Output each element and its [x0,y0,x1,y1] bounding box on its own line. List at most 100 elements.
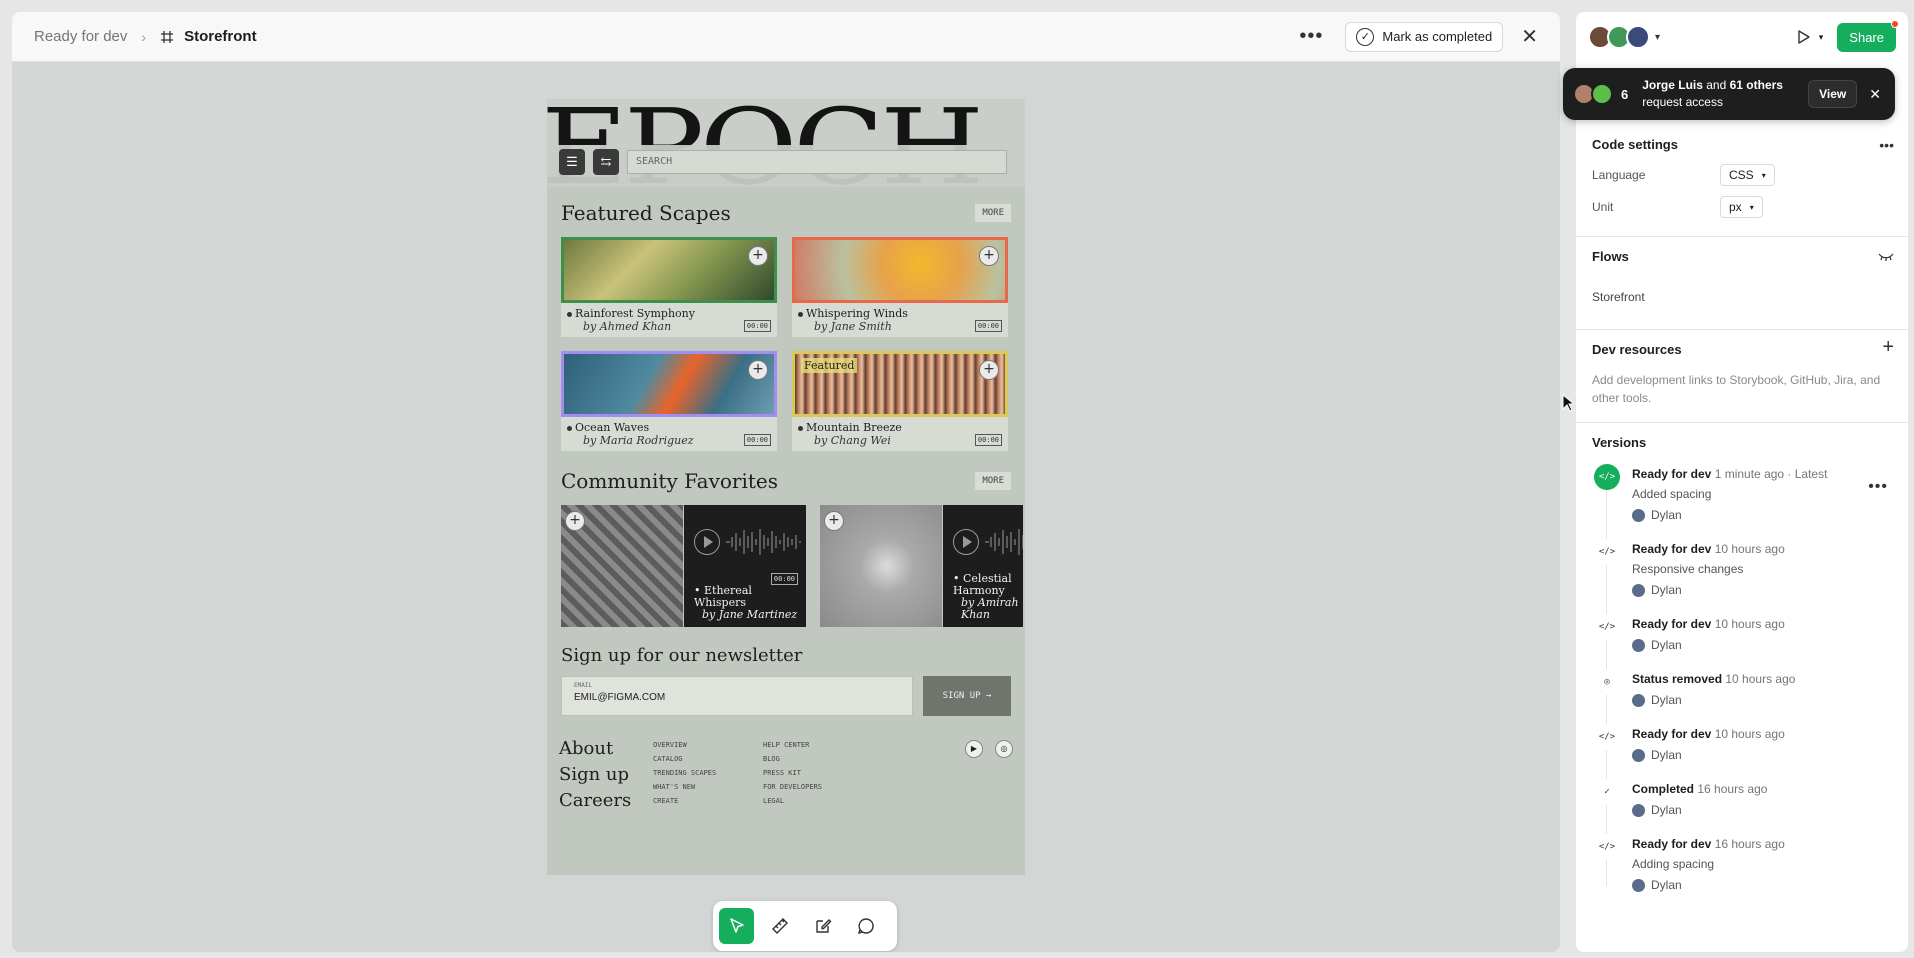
community-tile-ethereal[interactable]: 00:00 • Ethereal Whispers by Jane Martin… [684,505,806,627]
signup-button[interactable]: SIGN UP → [923,676,1011,716]
version-header: Ready for dev 1 minute ago · Latest [1632,464,1892,484]
footer-link[interactable]: PRESS KIT [763,766,822,780]
version-description: Added spacing [1632,487,1712,501]
request-count: 6 [1621,86,1629,102]
scape-card[interactable]: + Whispering Winds by Jane Smith 00:00 [792,237,1008,337]
footer-link[interactable]: OVERVIEW [653,738,716,752]
footer-links-col1: OVERVIEW CATALOG TRENDING SCAPES WHAT'S NEW… [653,738,716,808]
version-item[interactable]: </> Ready for dev 16 hours ago Adding spac… [1592,834,1892,896]
view-requests-button[interactable]: View [1808,80,1858,108]
toast-request-text: request access [1642,95,1723,109]
flows-section: Flows Storefront [1576,236,1908,329]
play-icon[interactable] [953,529,979,555]
version-item[interactable]: </> Ready for dev 1 minute ago · Latest Ad… [1592,464,1892,526]
version-item[interactable]: </> Ready for dev 10 hours ago Responsive … [1592,539,1892,601]
version-time: 16 hours ago [1714,837,1785,851]
version-item[interactable]: </> Ready for dev 10 hours ago Dylan [1592,614,1892,656]
featured-more-button[interactable]: MORE [975,204,1011,222]
share-button[interactable]: Share [1837,19,1899,52]
version-item[interactable]: ✓ Completed 16 hours ago Dylan [1592,779,1892,821]
more-options-icon[interactable]: ••• [1299,25,1323,48]
scape-meta: Whispering Winds by Jane Smith 00:00 [792,303,1008,337]
bullet-icon [567,312,572,317]
menu-icon[interactable]: ☰ [559,149,585,175]
breadcrumb-status[interactable]: Ready for dev [34,28,127,45]
bullet-icon [798,312,803,317]
footer-primary-link[interactable]: About [559,736,631,762]
add-icon[interactable]: + [979,360,999,380]
version-item[interactable]: ◎ Status removed 10 hours ago Dylan [1592,669,1892,711]
footer-link[interactable]: WHAT'S NEW [653,780,716,794]
scape-thumbnail[interactable]: Featured + [792,351,1008,417]
footer-primary-link[interactable]: Sign up [559,762,631,788]
avatar[interactable] [1626,25,1650,49]
footer-link[interactable]: TRENDING SCAPES [653,766,716,780]
storefront-frame[interactable]: EPOCH ☰ ⇆ SEARCH Featured Scapes MORE + R… [547,99,1025,875]
footer-link[interactable]: BLOG [763,752,822,766]
comment-tool-button[interactable] [848,908,883,944]
scape-meta: Ocean Waves by Maria Rodriguez 00:00 [561,417,777,451]
more-options-icon[interactable]: ••• [1868,478,1888,496]
unit-select[interactable]: px ▾ [1720,196,1763,218]
community-tile-butterfly[interactable]: + [820,505,942,627]
add-resource-icon[interactable]: + [1882,336,1894,359]
scape-thumbnail[interactable]: + [792,237,1008,303]
add-icon[interactable]: + [748,246,768,266]
inspect-panel: ▾ ▾ Share Code settings ••• Language CSS… [1576,12,1908,952]
measure-tool-button[interactable] [762,908,797,944]
tile-title: Celestial Harmony [953,571,1012,597]
scape-thumbnail[interactable]: + [561,237,777,303]
breadcrumb-frame: Storefront [184,28,257,45]
play-icon[interactable] [694,529,720,555]
version-user: Dylan [1632,689,1892,711]
footer-link[interactable]: HELP CENTER [763,738,822,752]
add-icon[interactable]: + [824,511,844,531]
youtube-icon[interactable]: ▶ [965,740,983,758]
annotate-tool-button[interactable] [805,908,840,944]
footer-link[interactable]: FOR DEVELOPERS [763,780,822,794]
collaborator-avatars[interactable]: ▾ [1588,25,1660,49]
hide-icon[interactable] [1878,249,1894,265]
footer-link[interactable]: CATALOG [653,752,716,766]
version-status-icon: ✓ [1594,779,1620,805]
version-status: Completed [1632,782,1695,796]
add-icon[interactable]: + [748,360,768,380]
community-tile-texture[interactable]: + [561,505,683,627]
email-input[interactable]: EMAIL EMIL@FIGMA.COM [561,676,913,716]
mark-completed-button[interactable]: ✓ Mark as completed [1345,21,1504,52]
flow-item-storefront[interactable]: Storefront [1592,290,1892,304]
language-select[interactable]: CSS ▾ [1720,164,1775,186]
community-tile-celestial[interactable]: • Celestial Harmony by Amirah Khan [943,505,1023,627]
community-title: Community Favorites [561,469,779,493]
add-icon[interactable]: + [565,511,585,531]
bullet-icon [798,426,803,431]
footer-link[interactable]: LEGAL [763,794,822,808]
move-tool-button[interactable] [719,908,754,944]
more-options-icon[interactable]: ••• [1879,137,1894,153]
version-time: 1 minute ago · Latest [1714,467,1828,481]
community-row: + 00:00 • Ethereal Whispers by Jane Mart… [547,505,1025,627]
community-more-button[interactable]: MORE [975,472,1011,490]
scape-card[interactable]: + Ocean Waves by Maria Rodriguez 00:00 [561,351,777,451]
footer-primary-link[interactable]: Careers [559,788,631,814]
search-input[interactable]: SEARCH [627,150,1007,174]
instagram-icon[interactable]: ◎ [995,740,1013,758]
close-icon[interactable]: ✕ [1869,86,1881,103]
version-user: Dylan [1632,634,1892,656]
version-item[interactable]: </> Ready for dev 10 hours ago Dylan [1592,724,1892,766]
chevron-down-icon[interactable]: ▾ [1655,32,1660,43]
footer-link[interactable]: CREATE [653,794,716,808]
version-header: Ready for dev 10 hours ago [1632,539,1892,559]
add-icon[interactable]: + [979,246,999,266]
versions-section: Versions </> Ready for dev 1 minute ago ·… [1576,422,1908,921]
present-button[interactable]: ▾ [1795,29,1824,45]
tile-caption: • Celestial Harmony by Amirah Khan [953,571,1023,621]
filter-icon[interactable]: ⇆ [593,149,619,175]
version-status-icon: ◎ [1594,669,1620,695]
canvas-workspace[interactable]: Ready for dev › Storefront ••• ✓ Mark as… [12,12,1560,952]
scape-card[interactable]: + Rainforest Symphony by Ahmed Khan 00:00 [561,237,777,337]
close-icon[interactable]: ✕ [1521,24,1538,49]
chevron-down-icon[interactable]: ▾ [1819,32,1824,43]
scape-thumbnail[interactable]: + [561,351,777,417]
scape-card[interactable]: Featured + Mountain Breeze by Chang Wei 00:0… [792,351,1008,451]
